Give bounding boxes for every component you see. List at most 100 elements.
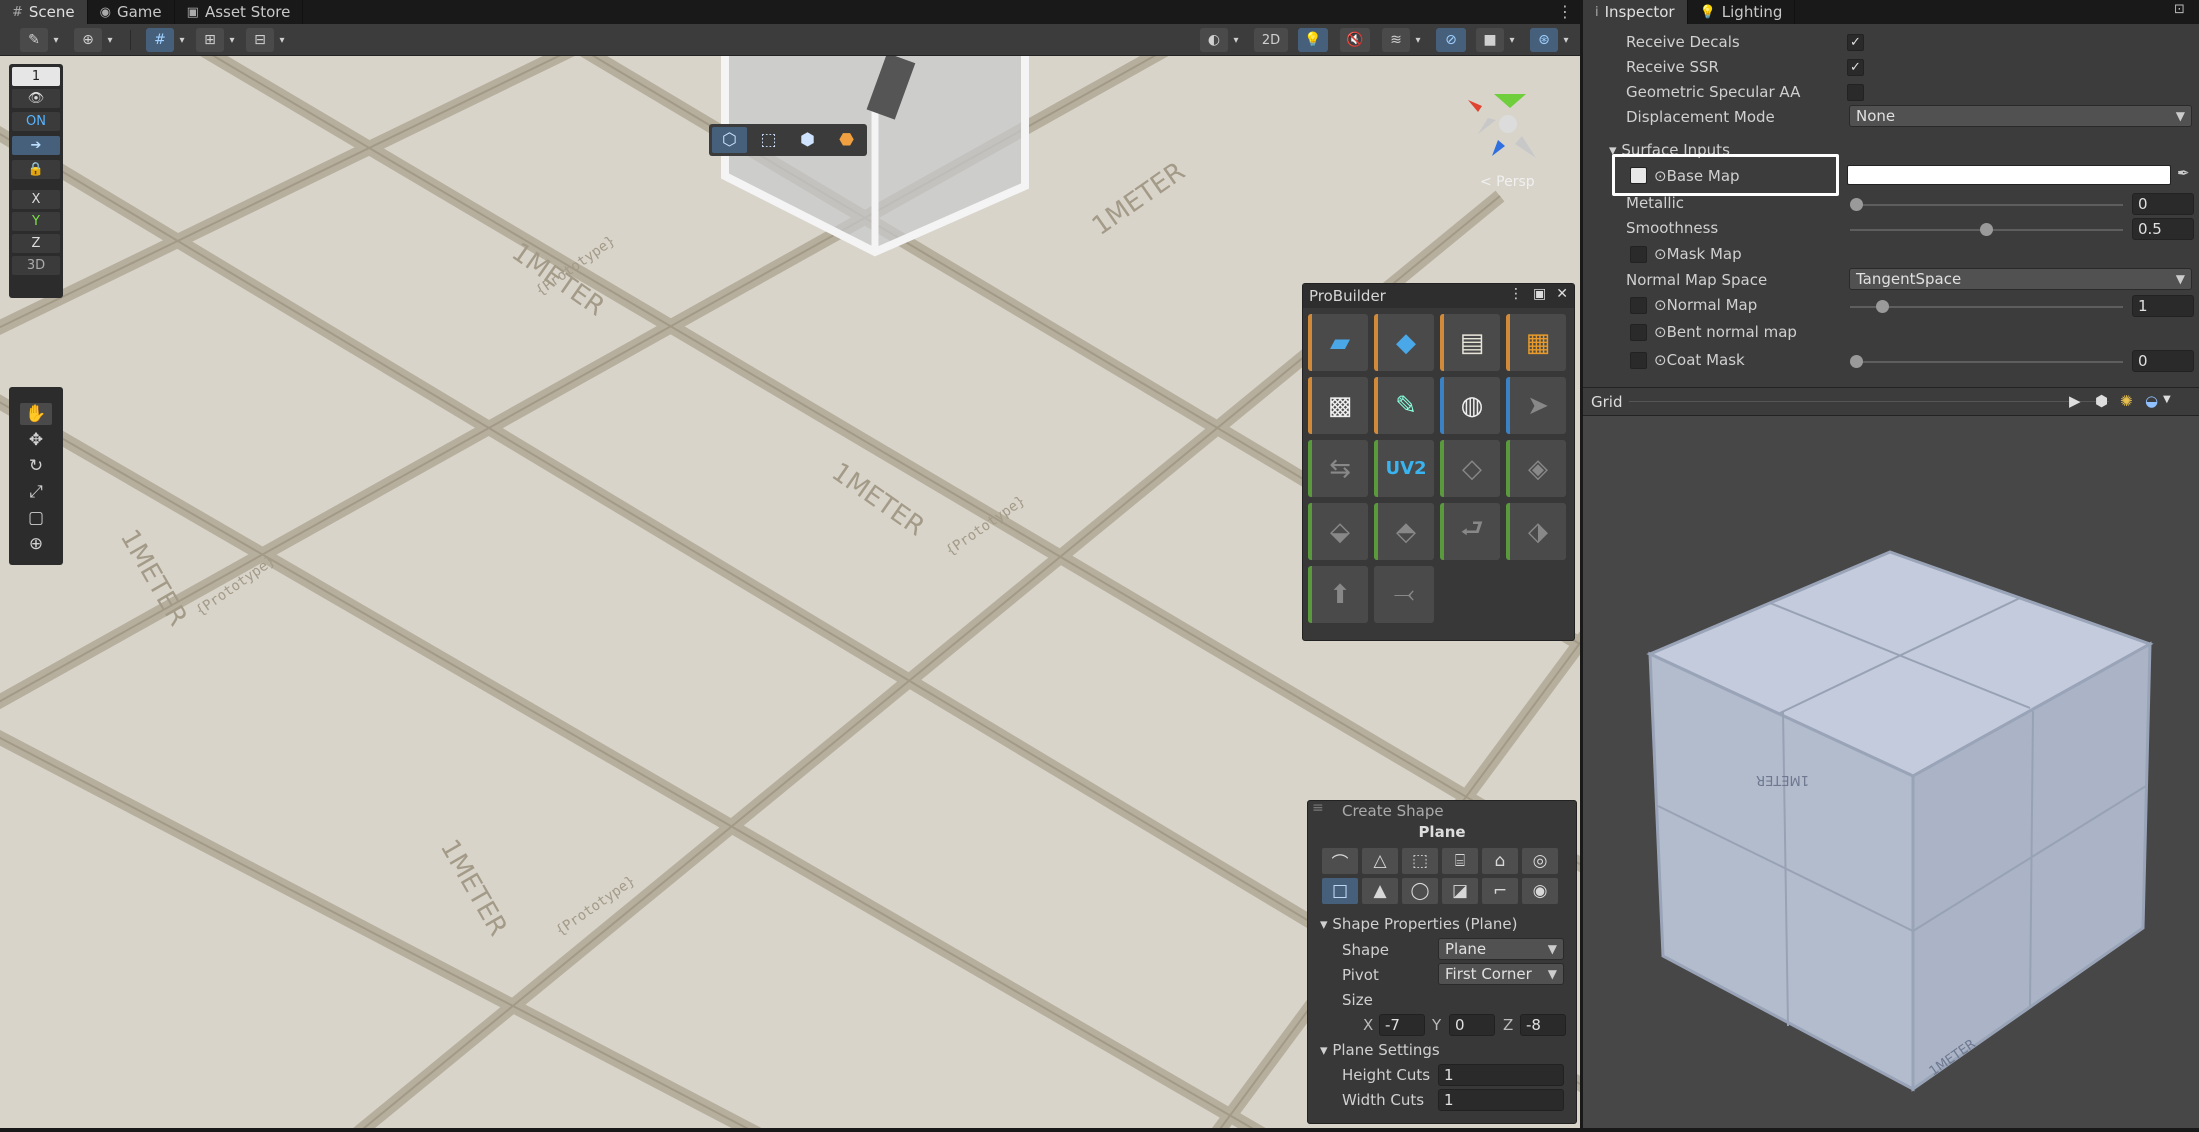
draw-mode-icon[interactable]: ✎ bbox=[20, 28, 48, 52]
plane-settings-foldout[interactable]: ▾ Plane Settings bbox=[1320, 1041, 1440, 1059]
normal-map-texture-slot[interactable] bbox=[1630, 297, 1647, 314]
axis-z-toggle[interactable]: Z bbox=[12, 234, 60, 253]
height-cuts-field[interactable]: 1 bbox=[1438, 1064, 1564, 1086]
set-pivot-icon[interactable]: ⮐ bbox=[1440, 503, 1500, 560]
triangulate-icon[interactable]: ◈ bbox=[1506, 440, 1566, 497]
extrude-icon[interactable]: ⬆ bbox=[1308, 566, 1368, 623]
light-icon[interactable]: ✺ bbox=[2120, 392, 2133, 410]
metallic-slider-handle[interactable] bbox=[1850, 198, 1863, 211]
probuilder-menu-icon[interactable]: ⋮ bbox=[1509, 286, 1523, 302]
mesh-icon[interactable]: ⬢ bbox=[2095, 392, 2108, 410]
hidden-objects-icon[interactable]: ⊘ bbox=[1436, 28, 1466, 52]
visibility-icon[interactable]: 👁 bbox=[12, 89, 60, 108]
merge-objects-icon[interactable]: ⬘ bbox=[1374, 503, 1434, 560]
cylinder-shape-icon[interactable]: ⌸ bbox=[1442, 848, 1478, 874]
transform-tool-icon[interactable]: ⊕ bbox=[20, 533, 52, 555]
mirror-icon[interactable]: ➤ bbox=[1506, 377, 1566, 434]
metallic-slider[interactable] bbox=[1850, 198, 2123, 211]
coat-mask-slider-handle[interactable] bbox=[1850, 355, 1863, 368]
stairs-shape-icon[interactable]: ⌐ bbox=[1482, 878, 1518, 904]
rotate-tool-icon[interactable]: ↻ bbox=[20, 455, 52, 477]
coat-mask-texture-slot[interactable] bbox=[1630, 352, 1647, 369]
subdivide-icon[interactable]: ◇ bbox=[1440, 440, 1500, 497]
torus-shape-icon[interactable]: ◉ bbox=[1522, 878, 1558, 904]
smoothness-slider-handle[interactable] bbox=[1980, 223, 1993, 236]
pipe-shape-icon[interactable]: ◎ bbox=[1522, 848, 1558, 874]
axis-y-toggle[interactable]: Y bbox=[12, 212, 60, 231]
tab-scene[interactable]: # Scene bbox=[0, 0, 88, 24]
shape-dropdown[interactable]: Plane ▼ bbox=[1438, 938, 1564, 960]
effects-icon[interactable]: ≋ bbox=[1382, 28, 1410, 52]
size-z-field[interactable]: -8 bbox=[1520, 1014, 1566, 1036]
coat-mask-slider[interactable] bbox=[1850, 355, 2123, 368]
smoothness-slider[interactable] bbox=[1850, 223, 2123, 236]
size-y-field[interactable]: 0 bbox=[1449, 1014, 1495, 1036]
smoothness-value[interactable]: 0.5 bbox=[2132, 218, 2194, 240]
flip-normals-icon[interactable]: ⇆ bbox=[1308, 440, 1368, 497]
play-icon[interactable]: ▶ bbox=[2069, 392, 2081, 410]
eyedropper-icon[interactable]: ✒ bbox=[2177, 164, 2190, 182]
move-snap-icon[interactable]: ➔ bbox=[12, 136, 60, 155]
grid-snap-icon[interactable]: # bbox=[146, 28, 174, 52]
edge-mode-icon[interactable]: ⬢ bbox=[790, 127, 825, 153]
cube-shape-icon[interactable]: ⬚ bbox=[1402, 848, 1438, 874]
drag-handle-icon[interactable]: ≡ bbox=[1312, 800, 1324, 816]
camera-dropdown-icon[interactable]: ▾ bbox=[1504, 28, 1520, 52]
maximize-icon[interactable]: ▣ bbox=[1533, 286, 1546, 302]
size-x-field[interactable]: -7 bbox=[1379, 1014, 1425, 1036]
generate-uv2-button[interactable]: UV2 bbox=[1374, 440, 1434, 497]
close-icon[interactable]: ✕ bbox=[1556, 286, 1568, 302]
global-dropdown-icon[interactable]: ▾ bbox=[102, 28, 118, 52]
prism-shape-icon[interactable]: ▲ bbox=[1362, 878, 1398, 904]
tab-game[interactable]: ◉ Game bbox=[88, 0, 175, 24]
sprite-shape-icon[interactable]: ◪ bbox=[1442, 878, 1478, 904]
align-dropdown-icon[interactable]: ▾ bbox=[274, 28, 290, 52]
normal-map-slider[interactable] bbox=[1850, 300, 2123, 313]
base-map-color-field[interactable] bbox=[1847, 165, 2171, 185]
bent-normal-texture-slot[interactable] bbox=[1630, 324, 1647, 341]
chevron-down-icon[interactable]: ▼ bbox=[2163, 394, 2171, 405]
pivot-dropdown[interactable]: First Corner ▼ bbox=[1438, 963, 1564, 985]
normal-map-value[interactable]: 1 bbox=[2132, 295, 2194, 317]
scale-tool-icon[interactable]: ⤢ bbox=[20, 481, 52, 503]
material-editor-icon[interactable]: ▤ bbox=[1440, 314, 1500, 371]
camera-icon[interactable]: ■ bbox=[1476, 28, 1504, 52]
coat-mask-value[interactable]: 0 bbox=[2132, 350, 2194, 372]
plane-shape-icon[interactable]: □ bbox=[1322, 878, 1358, 904]
draw-mode-dropdown-icon[interactable]: ▾ bbox=[48, 28, 64, 52]
sphere-shape-icon[interactable]: ◯ bbox=[1402, 878, 1438, 904]
lighting-toggle-icon[interactable]: 💡 bbox=[1298, 28, 1328, 52]
sphere-icon[interactable]: ◒ bbox=[2145, 392, 2158, 410]
scene-menu-icon[interactable]: ⋮ bbox=[1557, 2, 1573, 21]
mode-3d-toggle[interactable]: 3D bbox=[12, 256, 60, 275]
weld-icon[interactable]: ⤙ bbox=[1374, 566, 1434, 623]
normal-map-space-dropdown[interactable]: TangentSpace ▼ bbox=[1849, 268, 2192, 290]
mask-map-texture-slot[interactable] bbox=[1630, 246, 1647, 263]
shading-dropdown-icon[interactable]: ▾ bbox=[1228, 28, 1244, 52]
displacement-mode-dropdown[interactable]: None ▼ bbox=[1849, 105, 2192, 127]
normal-map-slider-handle[interactable] bbox=[1876, 300, 1889, 313]
lock-icon[interactable]: ⊡ bbox=[2174, 2, 2185, 17]
cone-shape-icon[interactable]: △ bbox=[1362, 848, 1398, 874]
receive-decals-checkbox[interactable]: ✓ bbox=[1847, 34, 1864, 51]
axis-x-toggle[interactable]: X bbox=[12, 190, 60, 209]
effects-dropdown-icon[interactable]: ▾ bbox=[1410, 28, 1426, 52]
increment-snap-icon[interactable]: ⊞ bbox=[196, 28, 224, 52]
move-tool-icon[interactable]: ✥ bbox=[20, 429, 52, 451]
arch-shape-icon[interactable]: ⌒ bbox=[1322, 848, 1358, 874]
object-mode-icon[interactable]: ⬡ bbox=[712, 127, 747, 153]
receive-ssr-checkbox[interactable]: ✓ bbox=[1847, 59, 1864, 76]
width-cuts-field[interactable]: 1 bbox=[1438, 1089, 1564, 1111]
tab-inspector[interactable]: i Inspector bbox=[1583, 0, 1688, 24]
metallic-value[interactable]: 0 bbox=[2132, 193, 2194, 215]
grid-size-field[interactable]: 1 bbox=[12, 67, 60, 86]
vertex-colors-icon[interactable]: ✎ bbox=[1374, 377, 1434, 434]
toggle-2d-button[interactable]: 2D bbox=[1254, 28, 1288, 52]
rect-tool-icon[interactable]: ▢ bbox=[20, 507, 52, 529]
new-shape-icon[interactable]: ▰ bbox=[1308, 314, 1368, 371]
gizmos-icon[interactable]: ⊛ bbox=[1530, 28, 1558, 52]
audio-toggle-icon[interactable]: 🔇 bbox=[1340, 28, 1370, 52]
new-poly-shape-icon[interactable]: ◆ bbox=[1374, 314, 1434, 371]
increment-snap-dropdown-icon[interactable]: ▾ bbox=[224, 28, 240, 52]
geometric-specular-checkbox[interactable] bbox=[1847, 84, 1864, 101]
